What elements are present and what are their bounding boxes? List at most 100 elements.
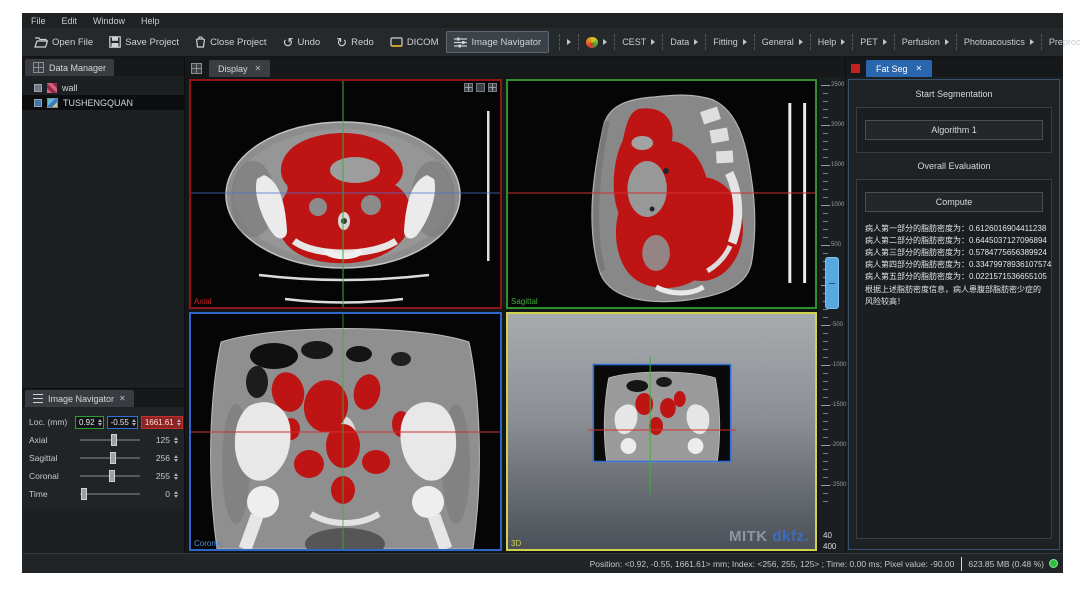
plugin-menu-pet[interactable]: PET bbox=[853, 34, 895, 50]
slider-handle[interactable] bbox=[110, 452, 116, 464]
result-line: 病人第二部分的脂肪密度为：0.6445037127096894 bbox=[865, 235, 1043, 247]
time-slider[interactable] bbox=[80, 493, 140, 495]
status-bar: Position: <0.92, -0.55, 1661.61> mm; Ind… bbox=[22, 553, 1063, 573]
coronal-label: Coronal bbox=[194, 539, 222, 548]
arrow-right-icon bbox=[694, 39, 698, 45]
spinner-arrows[interactable] bbox=[98, 419, 102, 426]
plugin-menu-help[interactable]: Help bbox=[811, 34, 854, 50]
start-segmentation-label: Start Segmentation bbox=[856, 88, 1052, 100]
menu-window[interactable]: Window bbox=[93, 16, 125, 26]
plugin-menu-data[interactable]: Data bbox=[663, 34, 706, 50]
compute-button[interactable]: Compute bbox=[865, 192, 1043, 212]
spinner-arrows[interactable] bbox=[174, 455, 178, 462]
open-file-label: Open File bbox=[52, 37, 93, 48]
arrow-right-icon bbox=[799, 39, 803, 45]
close-project-icon bbox=[195, 36, 206, 48]
time-slider-value: 0 bbox=[148, 489, 170, 499]
time-slider-label: Time bbox=[29, 489, 72, 499]
plugin-toolbar: CEST Data Fitting General Help PET Perfu… bbox=[559, 33, 1080, 51]
result-conclusion: 根据上述脂肪密度信息，病人患腹部脂肪密少症的风险较高！ bbox=[865, 284, 1043, 308]
dicom-button[interactable]: DICOM bbox=[382, 31, 447, 53]
close-icon[interactable]: ✕ bbox=[255, 65, 262, 73]
crosshair-toggle-icon[interactable] bbox=[464, 83, 473, 92]
sagittal-slider-value: 256 bbox=[148, 453, 170, 463]
image-node-icon bbox=[47, 98, 58, 108]
close-icon[interactable]: ✕ bbox=[119, 395, 126, 403]
slider-handle[interactable] bbox=[109, 470, 115, 482]
plugin-menu-label: Preprocessing bbox=[1049, 37, 1080, 47]
plugin-menu-cest[interactable]: CEST bbox=[615, 34, 663, 50]
tab-fat-seg[interactable]: Fat Seg ✕ bbox=[866, 60, 932, 77]
sagittal-ct-image bbox=[508, 81, 815, 307]
spinner-arrows[interactable] bbox=[177, 419, 181, 426]
tab-data-manager[interactable]: Data Manager bbox=[25, 59, 114, 76]
result-line: 病人第五部分的脂肪密度为：0.0221571536655105 bbox=[865, 271, 1043, 283]
spinner-arrows[interactable] bbox=[132, 419, 136, 426]
sagittal-slider[interactable] bbox=[80, 457, 140, 459]
slider-handle[interactable] bbox=[81, 488, 87, 500]
close-project-button[interactable]: Close Project bbox=[187, 31, 275, 53]
visibility-checkbox[interactable] bbox=[34, 99, 42, 107]
menu-help[interactable]: Help bbox=[141, 16, 160, 26]
arrow-right-icon bbox=[945, 39, 949, 45]
open-file-button[interactable]: Open File bbox=[26, 31, 101, 53]
viewport-corner-buttons bbox=[464, 83, 497, 92]
menu-file[interactable]: File bbox=[31, 16, 46, 26]
axial-slider[interactable] bbox=[80, 439, 140, 441]
loc-y-spinbox[interactable]: -0.55 bbox=[107, 416, 138, 429]
evaluation-group: Compute 病人第一部分的脂肪密度为：0.6126016904411238 … bbox=[856, 179, 1052, 539]
viewport-grid: Axial bbox=[185, 77, 845, 553]
status-ok-indicator bbox=[1049, 559, 1058, 568]
view-navigator-menu[interactable] bbox=[579, 34, 615, 50]
display-layout-icon[interactable] bbox=[191, 63, 202, 74]
layout-menu-icon[interactable] bbox=[476, 83, 485, 92]
sliders-icon bbox=[33, 394, 43, 403]
coronal-slider[interactable] bbox=[80, 475, 140, 477]
tab-image-navigator[interactable]: Image Navigator ✕ bbox=[25, 390, 134, 407]
display-tab-label: Display bbox=[218, 64, 248, 74]
undo-button[interactable]: ↺ Undo bbox=[275, 31, 329, 53]
sagittal-viewport[interactable]: Sagittal bbox=[506, 79, 817, 309]
spinner-arrows[interactable] bbox=[174, 437, 178, 444]
arrow-right-icon bbox=[841, 39, 845, 45]
lw-tick-label: -500 bbox=[831, 322, 843, 328]
loc-z-spinbox[interactable]: 1661.61 bbox=[141, 416, 183, 429]
slider-handle[interactable] bbox=[111, 434, 117, 446]
level-window-slider[interactable]: 2500 2000 1500 1000 500 0 -500 -1000 -15… bbox=[819, 77, 845, 553]
plugin-menu-photoacoustics[interactable]: Photoacoustics bbox=[957, 34, 1042, 50]
spinner-arrows[interactable] bbox=[174, 491, 178, 498]
lw-tick-label: -2000 bbox=[831, 442, 846, 448]
arrow-right-icon bbox=[603, 39, 607, 45]
plugin-menu-label: CEST bbox=[622, 37, 646, 47]
save-project-button[interactable]: Save Project bbox=[101, 31, 187, 53]
plugin-menu-perfusion[interactable]: Perfusion bbox=[895, 34, 957, 50]
threed-viewport[interactable]: MITK dkfz. 3D bbox=[506, 312, 817, 551]
close-icon[interactable]: ✕ bbox=[916, 65, 923, 73]
menu-edit[interactable]: Edit bbox=[62, 16, 78, 26]
result-line: 病人第四部分的脂肪密度为：0.33479978936107574 bbox=[865, 259, 1043, 271]
tab-display[interactable]: Display ✕ bbox=[209, 60, 270, 77]
coronal-viewport[interactable]: Coronal bbox=[189, 312, 502, 551]
arrow-right-icon bbox=[883, 39, 887, 45]
plugin-overflow-arrow[interactable] bbox=[559, 34, 579, 50]
lw-tick-label: -2500 bbox=[831, 482, 846, 488]
fullscreen-icon[interactable] bbox=[488, 83, 497, 92]
spinner-arrows[interactable] bbox=[174, 473, 178, 480]
lw-tick-label: 1500 bbox=[831, 162, 844, 168]
lw-handle[interactable] bbox=[825, 257, 839, 309]
plugin-menu-general[interactable]: General bbox=[755, 34, 811, 50]
algorithm-1-button[interactable]: Algorithm 1 bbox=[865, 120, 1043, 140]
memory-usage: 623.85 MB (0.48 %) bbox=[961, 557, 1058, 571]
plugin-menu-label: Help bbox=[818, 37, 837, 47]
data-node-wall[interactable]: wall bbox=[22, 80, 184, 95]
data-manager-tab-label: Data Manager bbox=[49, 63, 106, 73]
data-node-tushengquan[interactable]: TUSHENGQUAN bbox=[22, 95, 184, 110]
redo-button[interactable]: ↻ Redo bbox=[328, 31, 382, 53]
plugin-menu-preprocessing[interactable]: Preprocessing bbox=[1042, 34, 1080, 50]
plugin-menu-fitting[interactable]: Fitting bbox=[706, 34, 755, 50]
axial-viewport[interactable]: Axial bbox=[189, 79, 502, 309]
visibility-checkbox[interactable] bbox=[34, 84, 42, 92]
loc-x-spinbox[interactable]: 0.92 bbox=[75, 416, 104, 429]
image-navigator-button[interactable]: Image Navigator bbox=[446, 31, 549, 53]
mitk-watermark: MITK dkfz. bbox=[729, 528, 809, 545]
